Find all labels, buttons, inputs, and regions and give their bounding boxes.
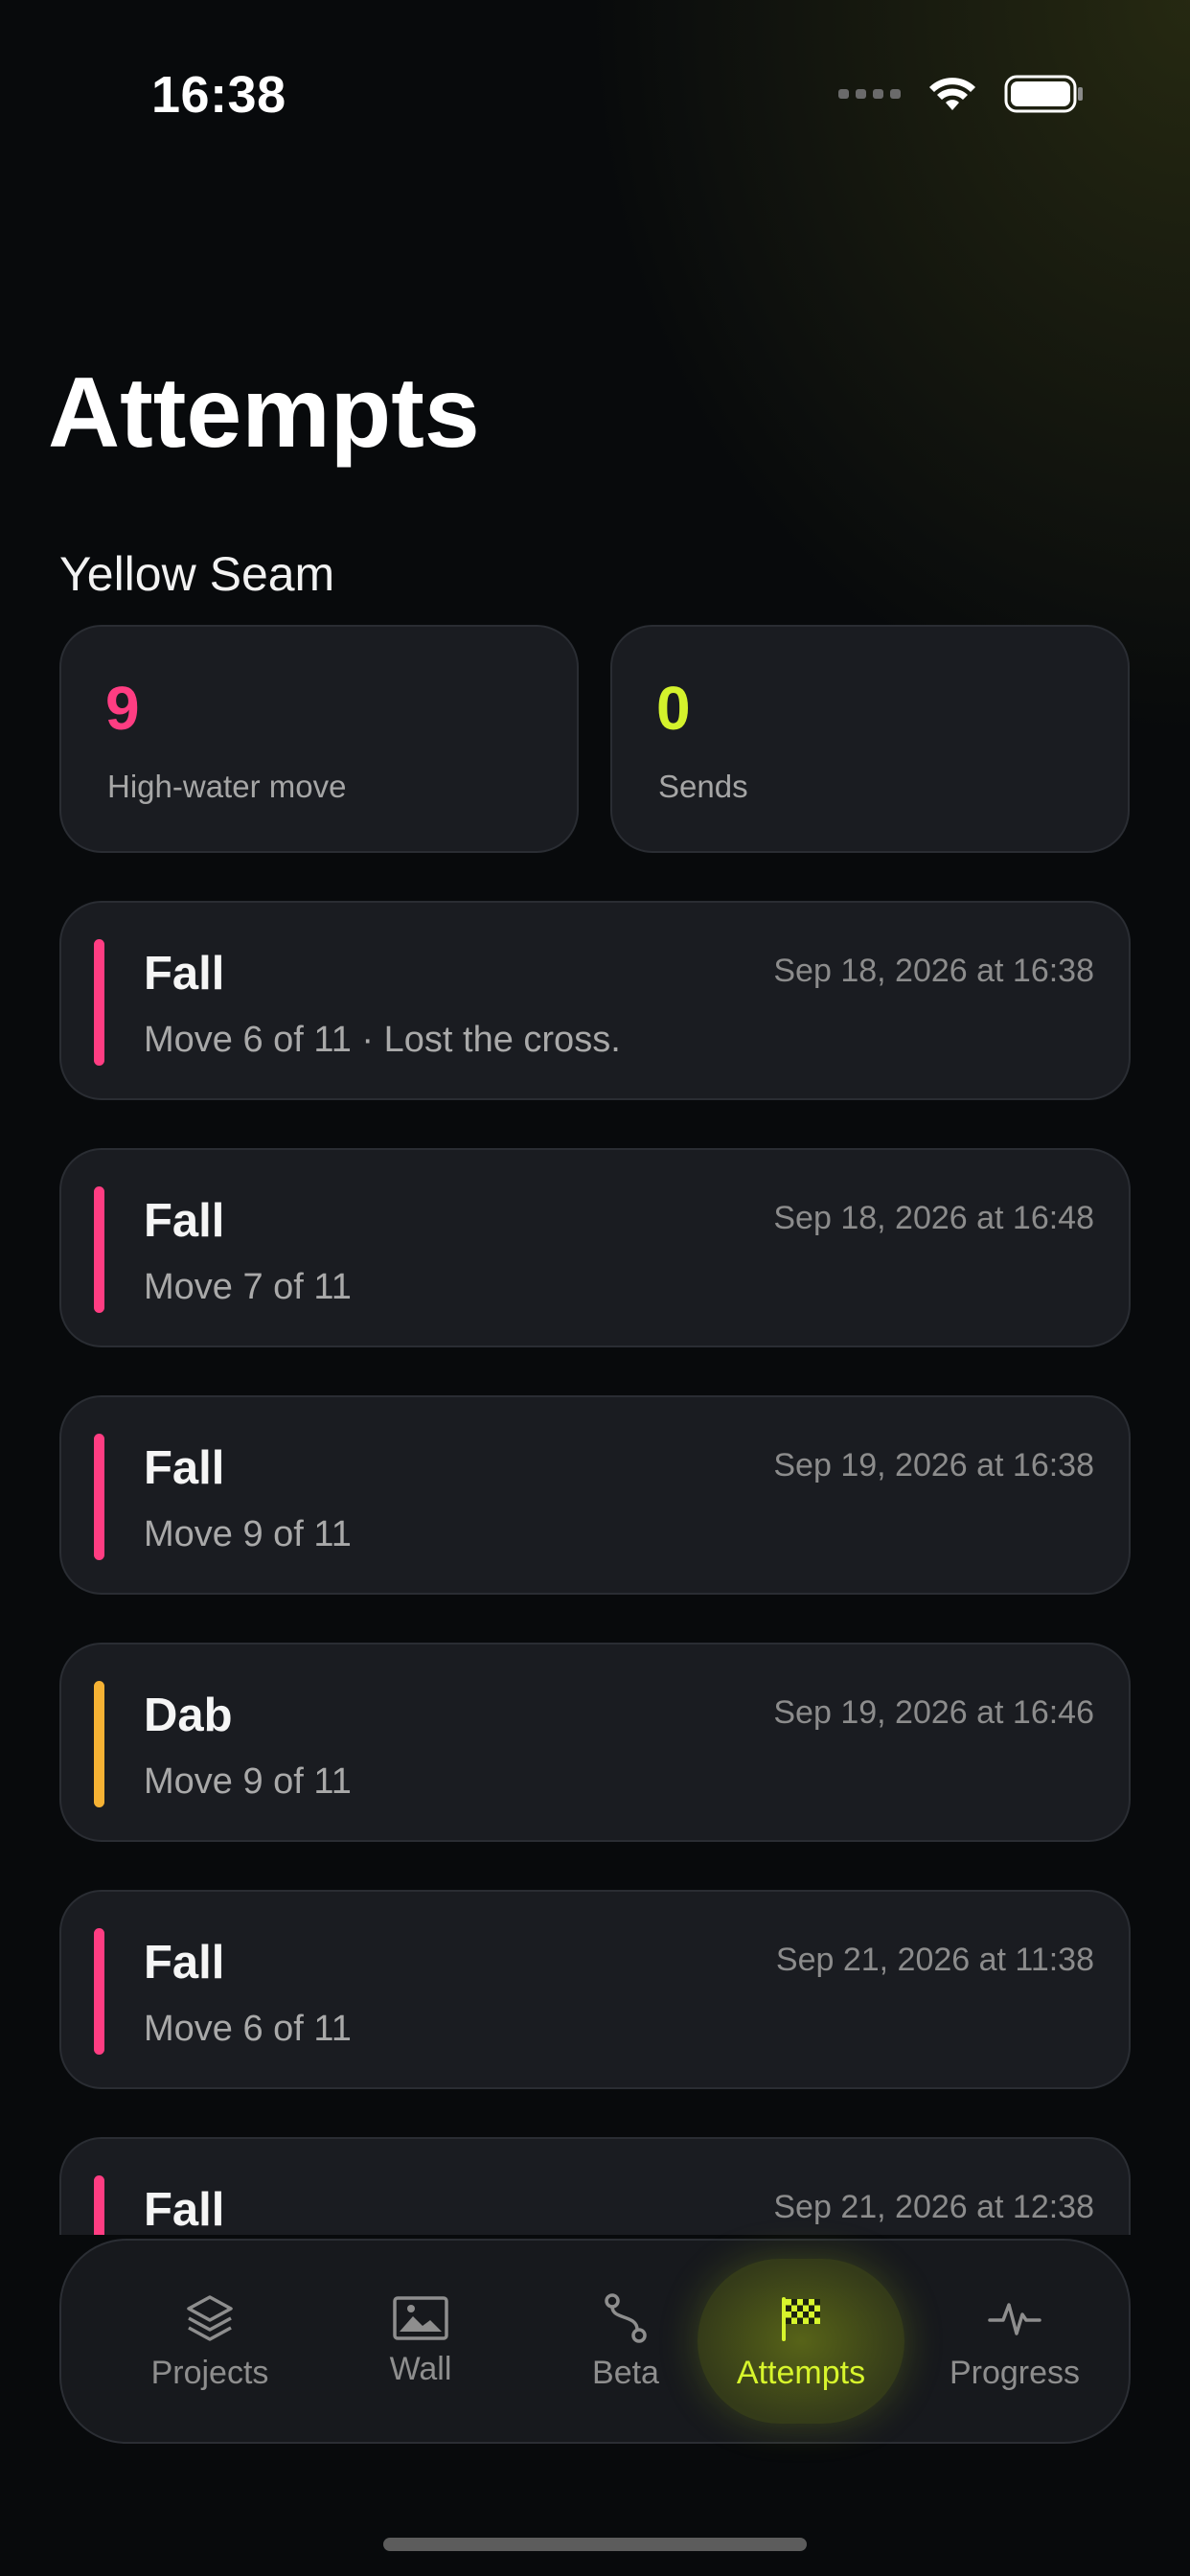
stat-card-high-water: 9 High-water move	[59, 625, 579, 853]
attempt-date: Sep 18, 2026 at 16:38	[773, 953, 1094, 989]
tab-attempts[interactable]: Attempts	[698, 2259, 904, 2424]
attempt-detail: Move 9 of 11	[144, 1761, 352, 1802]
attempt-row[interactable]: Dab Move 9 of 11 Sep 19, 2026 at 16:46	[59, 1643, 1131, 1842]
stat-card-sends: 0 Sends	[610, 625, 1130, 853]
tab-label: Projects	[150, 2354, 269, 2391]
home-indicator[interactable]	[383, 2538, 807, 2551]
layers-icon	[187, 2294, 233, 2341]
project-name: Yellow Seam	[59, 547, 335, 601]
attempt-row[interactable]: Fall Move 7 of 11 Sep 18, 2026 at 16:48	[59, 1148, 1131, 1347]
stat-value: 9	[105, 674, 140, 743]
tab-projects[interactable]: Projects	[109, 2241, 310, 2442]
attempt-type: Fall	[144, 1937, 225, 1989]
status-time: 16:38	[151, 66, 286, 124]
stat-value: 0	[656, 674, 691, 743]
tab-beta[interactable]: Beta	[525, 2241, 726, 2442]
attempt-detail: Move 6 of 11 · Lost the cross.	[144, 1020, 621, 1060]
tab-progress[interactable]: Progress	[914, 2241, 1115, 2442]
attempt-type-indicator	[94, 1434, 104, 1560]
tab-label: Beta	[592, 2354, 659, 2391]
attempt-row[interactable]: Fall Move 9 of 11 Sep 19, 2026 at 16:38	[59, 1395, 1131, 1595]
attempt-date: Sep 19, 2026 at 16:38	[773, 1447, 1094, 1484]
tab-wall[interactable]: Wall	[320, 2241, 521, 2442]
checkered-flag-icon	[782, 2296, 820, 2341]
attempt-detail: Move 7 of 11	[144, 1267, 352, 1307]
attempt-type: Fall	[144, 948, 225, 1000]
battery-icon	[1004, 75, 1083, 113]
tab-label: Attempts	[736, 2354, 866, 2391]
pulse-icon	[988, 2302, 1041, 2335]
cellular-signal-icon	[838, 89, 901, 99]
wifi-icon	[929, 78, 975, 110]
attempt-detail: Move 6 of 11	[144, 2009, 352, 2049]
stat-label: Sends	[658, 769, 748, 804]
attempt-type-indicator	[94, 2175, 104, 2235]
attempt-type-indicator	[94, 1928, 104, 2055]
attempt-row[interactable]: Fall Move 6 of 11 · Lost the cross. Sep …	[59, 901, 1131, 1100]
tab-label: Wall	[389, 2350, 452, 2387]
attempt-row[interactable]: Fall Move 6 of 11 Sep 21, 2026 at 11:38	[59, 1890, 1131, 2089]
attempt-type-indicator	[94, 1186, 104, 1313]
attempt-type: Fall	[144, 2184, 225, 2235]
route-icon	[605, 2292, 647, 2343]
tab-label: Progress	[949, 2354, 1081, 2391]
tab-bar: Projects Wall Beta Attempts Progress	[59, 2239, 1131, 2444]
attempt-date: Sep 19, 2026 at 16:46	[773, 1694, 1094, 1731]
attempts-list[interactable]: Fall Move 6 of 11 · Lost the cross. Sep …	[0, 891, 1190, 2235]
attempt-type: Fall	[144, 1195, 225, 1247]
page-title: Attempts	[48, 357, 480, 469]
attempt-row[interactable]: Fall Sep 21, 2026 at 12:38	[59, 2137, 1131, 2235]
attempt-type-indicator	[94, 939, 104, 1066]
attempt-date: Sep 21, 2026 at 12:38	[773, 2189, 1094, 2225]
status-icons	[838, 75, 1085, 113]
image-icon	[393, 2295, 448, 2340]
stat-label: High-water move	[107, 769, 347, 804]
attempt-type-indicator	[94, 1681, 104, 1807]
attempt-date: Sep 18, 2026 at 16:48	[773, 1200, 1094, 1236]
attempt-type: Fall	[144, 1442, 225, 1494]
attempt-type: Dab	[144, 1690, 233, 1741]
attempt-detail: Move 9 of 11	[144, 1514, 352, 1554]
attempt-date: Sep 21, 2026 at 11:38	[775, 1942, 1094, 1978]
